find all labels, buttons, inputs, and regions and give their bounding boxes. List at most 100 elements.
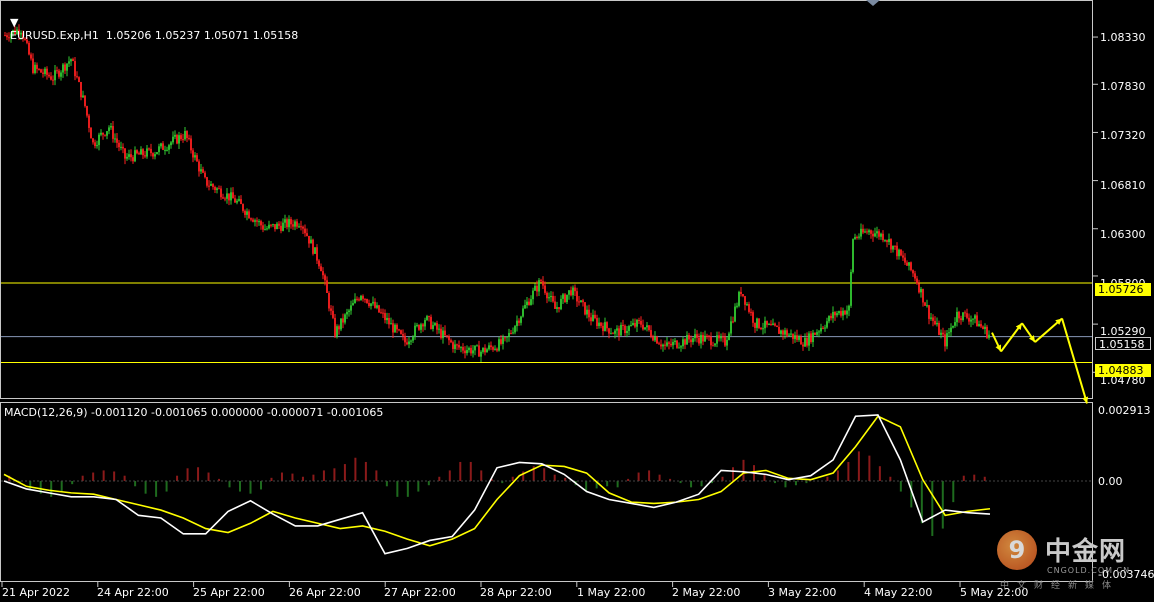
candle-body [344,314,346,323]
candle-body [728,333,730,340]
candle-body [410,340,412,342]
candle-body [820,327,822,332]
candle-body [824,327,826,329]
candle-body [830,315,832,319]
candle-body [522,308,524,317]
candle-body [424,320,426,327]
candle-body [38,68,40,70]
candle-body [924,302,926,306]
candle-body [322,271,324,276]
candle-body [190,138,192,151]
candle-body [676,340,678,348]
candle-body [572,287,574,296]
candle-body [430,316,432,330]
candle-body [808,333,810,346]
candle-body [220,188,222,198]
candle-body [128,154,130,157]
candle-body [174,134,176,137]
candle-body [472,350,474,354]
time-label: 2 May 22:00 [672,586,741,599]
candle-body [738,291,740,306]
candle-body [848,305,850,311]
candle-body [880,233,882,237]
candle-body [334,317,336,337]
symbol-header: ▼ EURUSD.Exp,H1 1.05206 1.05237 1.05071 … [3,3,298,42]
time-label: 4 May 22:00 [864,586,933,599]
candle-body [708,335,710,337]
candle-body [310,239,312,244]
candle-body [486,349,488,353]
candle-body [648,325,650,331]
candle-body [58,70,60,77]
candle-body [460,347,462,349]
candle-body [216,188,218,190]
candle-body [854,236,856,240]
candle-body [902,255,904,258]
candle-body [398,329,400,331]
candle-body [454,344,456,349]
candle-body [488,345,490,350]
candle-body [494,348,496,350]
macd-axis-label: 0.002913 [1098,404,1151,417]
candle-body [510,332,512,334]
candle-body [594,314,596,319]
candle-body [124,148,126,159]
candle-body [616,328,618,331]
candle-body [932,317,934,321]
candle-body [76,76,78,78]
candle-body [106,131,108,136]
candle-body [802,344,804,347]
candle-body [958,311,960,319]
candle-body [354,298,356,304]
candle-body [194,155,196,158]
candle-body [872,233,874,237]
candle-body [232,192,234,199]
candle-body [660,344,662,347]
candle-body [170,142,172,146]
support-level-tag[interactable]: 1.04883 [1095,364,1151,377]
candle-body [800,337,802,345]
candle-body [256,220,258,222]
candle-body [618,328,620,336]
candle-body [88,115,90,128]
chart-shift-marker[interactable] [866,0,880,6]
candle-body [140,149,142,155]
candle-body [374,301,376,308]
candle-body [914,273,916,279]
watermark-slogan: 中文财经新媒体 [1000,581,1120,591]
candle-body [624,325,626,334]
candle-body [332,310,334,318]
candle-body [186,131,188,139]
candle-body [862,228,864,233]
candle-body [272,224,274,226]
candle-body [936,322,938,325]
candle-body [780,330,782,334]
candle-body [402,333,404,336]
candle-body [426,316,428,321]
candle-body [818,331,820,333]
candle-body [552,295,554,302]
candle-body [590,317,592,322]
candle-body [946,333,948,347]
forecast-segment [1061,318,1088,404]
candle-body [212,184,214,187]
candle-body [834,312,836,316]
candle-body [470,347,472,354]
candle-body [598,322,600,326]
chart-canvas[interactable] [0,0,1154,602]
candle-body [968,317,970,322]
menu-triangle-icon[interactable]: ▼ [10,16,18,29]
candle-body [626,330,628,334]
candle-body [812,332,814,343]
candle-body [248,211,250,219]
candle-body [448,336,450,341]
candle-body [906,262,908,266]
resistance-level-tag[interactable]: 1.05726 [1095,283,1151,296]
candle-body [474,345,476,351]
candle-body [96,145,98,147]
candle-body [674,340,676,342]
candle-body [320,266,322,272]
candle-body [566,294,568,303]
candle-body [964,312,966,314]
candle-body [370,303,372,307]
